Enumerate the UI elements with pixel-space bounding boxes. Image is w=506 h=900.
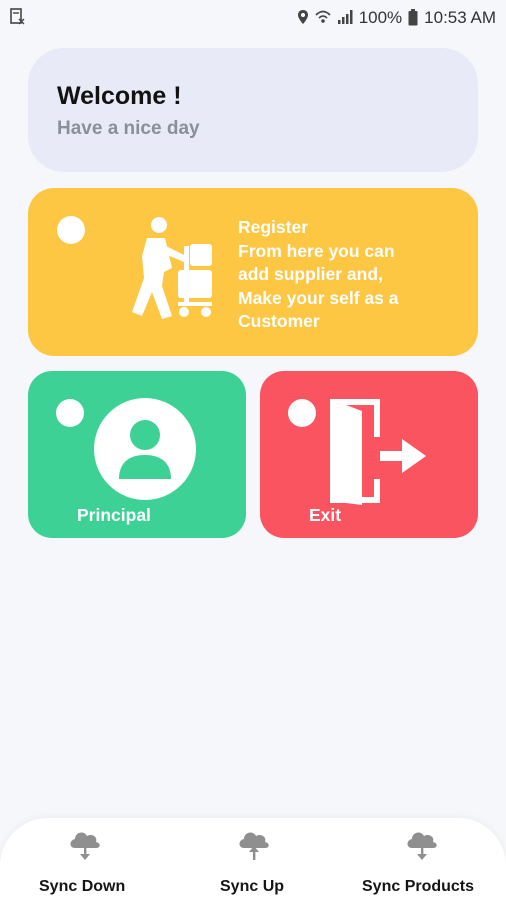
cloud-download-icon	[70, 832, 100, 860]
register-description: Register From here you can add supplier …	[238, 216, 468, 334]
welcome-card: Welcome ! Have a nice day	[28, 48, 478, 172]
register-line: Make your self as a	[238, 287, 399, 308]
sync-down-label: Sync Down	[39, 878, 126, 895]
exit-tile[interactable]: Exit	[260, 371, 478, 538]
wifi-icon	[315, 10, 331, 23]
battery-percent: 100%	[358, 7, 403, 27]
welcome-title: Welcome !	[57, 82, 182, 110]
exit-dot	[288, 399, 316, 427]
sync-down-button[interactable]: Sync Down	[0, 818, 170, 900]
register-card[interactable]: Register From here you can add supplier …	[28, 188, 478, 356]
cloud-download-icon	[407, 832, 437, 860]
home-screen: 100% 10:53 AM Welcome ! Have a nice day	[0, 0, 506, 900]
battery-icon	[408, 8, 418, 25]
principal-dot	[56, 399, 84, 427]
register-line: add supplier and,	[238, 264, 383, 284]
signal-icon	[337, 10, 353, 24]
register-line: Customer	[238, 311, 320, 331]
principal-tile[interactable]: Principal	[28, 371, 246, 538]
notification-icon	[10, 8, 25, 25]
status-bar: 100% 10:53 AM	[0, 0, 506, 34]
sync-products-button[interactable]: Sync Products	[340, 818, 506, 900]
register-dot	[57, 216, 85, 244]
cloud-upload-icon	[239, 832, 269, 860]
exit-label: Exit	[309, 505, 342, 525]
clock: 10:53 AM	[424, 7, 496, 27]
register-line: From here you can	[238, 240, 395, 261]
user-avatar-icon	[94, 398, 196, 500]
principal-label: Principal	[77, 505, 151, 525]
location-icon	[297, 10, 308, 24]
register-line: Register	[238, 217, 309, 237]
sync-up-button[interactable]: Sync Up	[170, 818, 340, 900]
bottom-nav: Sync Down Sync Up Sync Products	[0, 818, 506, 900]
sync-products-label: Sync Products	[362, 878, 475, 895]
delivery-worker-icon	[132, 217, 212, 319]
exit-door-icon	[330, 399, 426, 505]
sync-up-label: Sync Up	[220, 878, 285, 895]
welcome-subtitle: Have a nice day	[57, 118, 200, 139]
